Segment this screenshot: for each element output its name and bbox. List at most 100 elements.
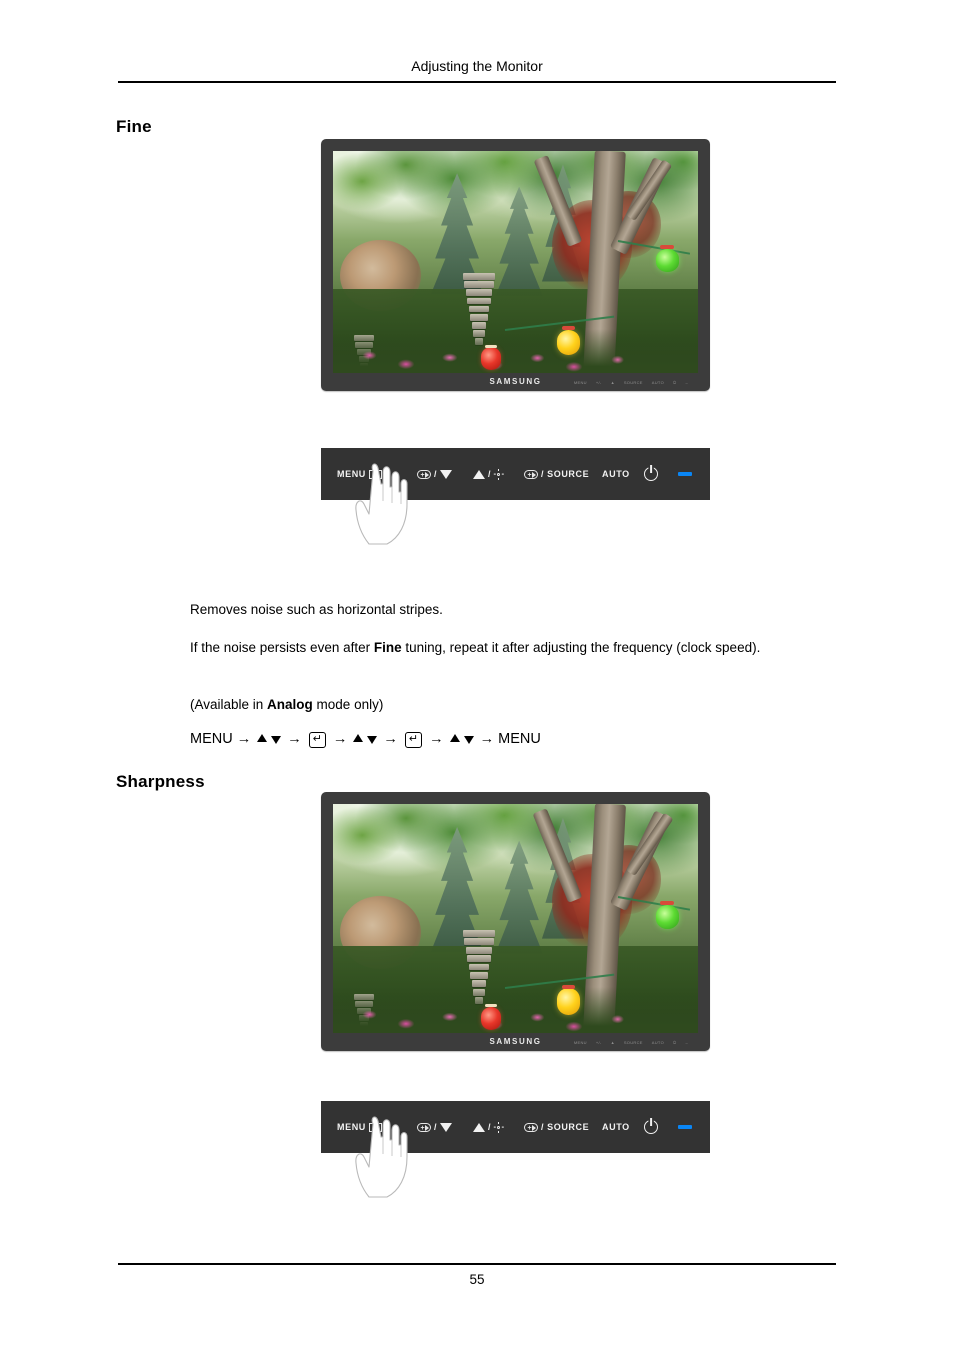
chin-key-menu: MENU: [573, 380, 587, 385]
photo-element: [557, 329, 581, 356]
up-arrow-icon: [353, 734, 364, 742]
monitor-illustration-sharpness: SAMSUNG MENU +/- ▲ SOURCE AUTO ⏻ –: [321, 792, 710, 1051]
auto-button[interactable]: AUTO: [602, 469, 630, 479]
separator-slash: /: [488, 1122, 492, 1132]
source-button-label: SOURCE: [547, 469, 590, 479]
page-header-title: Adjusting the Monitor: [411, 58, 543, 74]
samsung-logo: SAMSUNG: [489, 377, 542, 386]
auto-button-label: AUTO: [602, 1122, 630, 1132]
chin-key-menu: MENU: [573, 1040, 587, 1045]
power-icon: [644, 1120, 658, 1134]
photo-element: [462, 273, 496, 280]
chin-key-power: ⏻: [673, 380, 677, 385]
photo-element: [468, 963, 490, 971]
photo-element: [462, 930, 496, 937]
photo-element: [484, 1003, 497, 1008]
paragraph-text-part2: tuning, repeat it after adjusting the fr…: [401, 640, 761, 655]
chin-key-plusminus: +/-: [595, 1040, 602, 1045]
power-led: [678, 1125, 692, 1129]
paragraph-analog-only: (Available in Analog mode only): [190, 695, 840, 715]
photo-element: [465, 289, 493, 297]
photo-element: [660, 245, 674, 250]
up-arrow-icon: [257, 734, 268, 742]
brightness-sun-icon: [493, 468, 504, 480]
monitor-screen-image: [333, 151, 698, 373]
separator-slash: /: [541, 1122, 545, 1132]
right-arrow-icon: →: [236, 731, 252, 747]
led-indicator-icon: [678, 1125, 692, 1129]
separator-slash: /: [488, 469, 492, 479]
photo-element: [464, 281, 494, 288]
photo-element: [468, 305, 490, 313]
auto-button[interactable]: AUTO: [602, 1122, 630, 1132]
power-icon: [644, 467, 658, 481]
paragraph-removes-noise: Removes noise such as horizontal stripes…: [190, 600, 840, 620]
up-brightness-button[interactable]: /: [473, 468, 504, 480]
document-page: Adjusting the Monitor Fine SAMSUNG MENU …: [0, 0, 954, 1350]
down-arrow-icon: [463, 736, 474, 744]
separator-slash: /: [541, 469, 545, 479]
paragraph-text-part1: If the noise persists even after: [190, 640, 374, 655]
photo-element: [333, 987, 698, 1033]
chin-key-source: SOURCE: [623, 380, 643, 385]
power-button[interactable]: [644, 467, 658, 481]
nav-end-menu-label: MENU: [498, 731, 541, 747]
up-triangle-icon: [473, 469, 485, 479]
photo-element: [480, 1006, 501, 1030]
source-button[interactable]: + / SOURCE: [524, 469, 589, 479]
separator-slash: /: [434, 1122, 438, 1132]
chin-key-auto: AUTO: [651, 1040, 664, 1045]
control-panel-strip-fine: MENU + / / + / SOURCE AUTO: [321, 448, 710, 545]
enter-key-icon: ↵: [308, 732, 326, 748]
separator-slash: /: [434, 469, 438, 479]
photo-element: [480, 347, 501, 370]
bold-term-fine: Fine: [373, 640, 402, 655]
nav-start-menu-label: MENU: [190, 731, 233, 747]
up-triangle-icon: [473, 1122, 485, 1132]
right-arrow-icon: →: [287, 731, 302, 747]
enter-pill-icon: +: [524, 1122, 538, 1132]
hand-pointing-icon: [355, 1116, 408, 1198]
samsung-logo: SAMSUNG: [489, 1037, 542, 1046]
enter-down-button[interactable]: + /: [417, 469, 453, 479]
enter-down-button[interactable]: + /: [417, 1122, 453, 1132]
right-arrow-icon: →: [332, 731, 348, 747]
up-brightness-button[interactable]: /: [473, 1121, 504, 1133]
down-arrow-icon: [271, 736, 282, 744]
enter-pill-icon: +: [524, 469, 538, 479]
photo-element: [467, 955, 491, 963]
enter-pill-icon: +: [417, 1122, 431, 1132]
footer-divider: [118, 1263, 836, 1265]
section-heading-fine: Fine: [116, 117, 152, 136]
enter-pill-icon: +: [417, 469, 431, 479]
down-triangle-icon: [440, 1122, 453, 1132]
up-arrow-icon: [449, 734, 460, 742]
right-arrow-icon: →: [479, 731, 495, 747]
led-indicator-icon: [678, 472, 692, 476]
photo-element: [656, 248, 679, 272]
hand-pointing-icon: [355, 463, 408, 545]
power-button[interactable]: [644, 1120, 658, 1134]
chin-key-power: ⏻: [673, 1040, 677, 1045]
monitor-screen-frame: [331, 802, 700, 1035]
photo-element: [484, 344, 497, 349]
chin-key-auto: AUTO: [651, 380, 664, 385]
chin-key-plusminus: +/-: [595, 380, 602, 385]
down-triangle-icon: [440, 469, 453, 479]
power-led: [678, 472, 692, 476]
photo-element: [656, 904, 679, 929]
photo-element: [465, 946, 493, 954]
source-button[interactable]: + / SOURCE: [524, 1122, 589, 1132]
chin-key-up: ▲: [610, 380, 615, 385]
photo-element: [561, 984, 575, 990]
paragraph-text-part1: (Available in: [190, 697, 268, 712]
photo-element: [561, 326, 575, 331]
chin-key-led: –: [685, 1040, 688, 1045]
photo-element: [464, 938, 494, 946]
monitor-chin: SAMSUNG MENU +/- ▲ SOURCE AUTO ⏻ –: [331, 375, 700, 391]
chin-key-up: ▲: [610, 1040, 615, 1045]
monitor-chin: SAMSUNG MENU +/- ▲ SOURCE AUTO ⏻ –: [331, 1035, 700, 1051]
monitor-chin-keys: MENU +/- ▲ SOURCE AUTO ⏻ –: [574, 380, 688, 386]
auto-button-label: AUTO: [602, 469, 630, 479]
menu-navigation-sequence: MENU → → ↵ → → ↵ → → MENU: [190, 731, 541, 748]
